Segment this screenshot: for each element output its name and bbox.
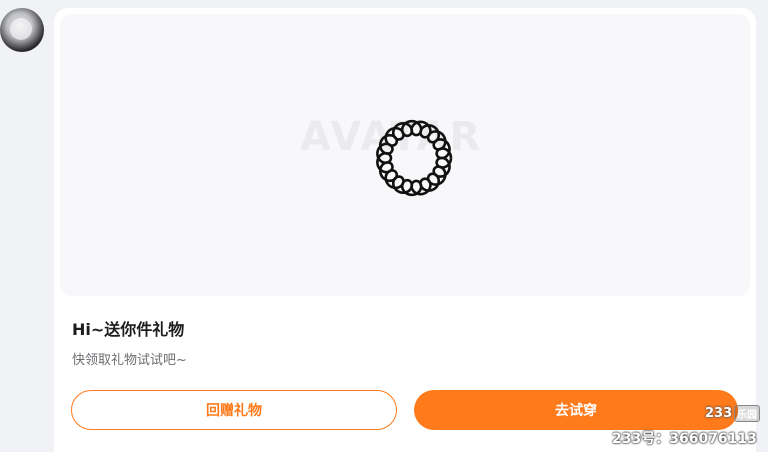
avatar-preview: AVATAR (60, 14, 750, 296)
user-avatar[interactable] (0, 8, 44, 52)
brand-number: 233 (705, 405, 733, 421)
return-gift-button[interactable]: 回赠礼物 (71, 390, 397, 430)
return-gift-label: 回赠礼物 (206, 403, 262, 419)
user-id-watermark: 233号：366076113 (612, 431, 757, 447)
loading-spinner-icon (376, 119, 453, 197)
gift-subtitle: 快领取礼物试试吧~ (72, 353, 187, 368)
gift-page: AVATAR Hi~送你件礼物 快领取礼物试试吧~ 回赠礼物 去试穿 233 乐… (0, 0, 768, 452)
gift-title: Hi~送你件礼物 (72, 320, 185, 339)
brand-badge: 233 乐园 (705, 404, 761, 422)
gift-card: AVATAR Hi~送你件礼物 快领取礼物试试吧~ 回赠礼物 去试穿 (54, 8, 756, 452)
brand-tag: 乐园 (734, 404, 761, 422)
try-on-button[interactable]: 去试穿 (414, 390, 738, 430)
try-on-label: 去试穿 (555, 403, 597, 419)
